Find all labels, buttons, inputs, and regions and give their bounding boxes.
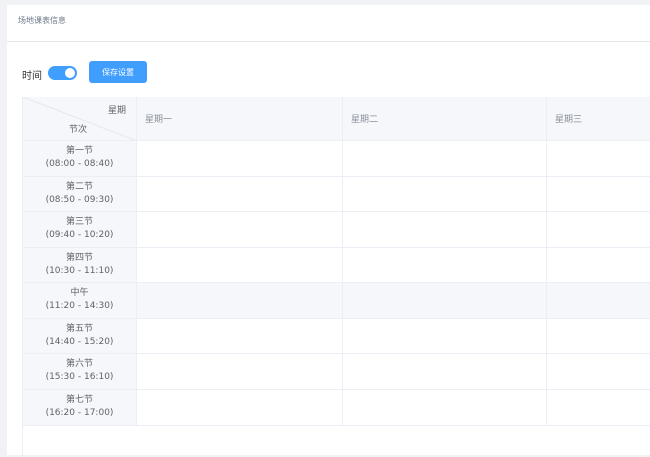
period-cell: 中午 (11:20 - 14:30) [23, 283, 137, 318]
schedule-slot[interactable] [137, 390, 343, 425]
schedule-slot[interactable] [547, 390, 650, 425]
day-header-wednesday: 星期三 [547, 97, 650, 140]
schedule-slot[interactable] [547, 319, 650, 353]
schedule-slot[interactable] [547, 212, 650, 247]
schedule-slot[interactable] [547, 141, 650, 176]
corner-period-label: 节次 [69, 125, 88, 135]
period-time: (15:30 - 16:10) [45, 372, 114, 382]
period-time: (11:20 - 14:30) [45, 301, 114, 311]
time-label: 时间 [22, 71, 42, 82]
period-cell: 第二节 (08:50 - 09:30) [23, 177, 137, 211]
table-row: 第七节 (16:20 - 17:00) [23, 390, 650, 426]
table-row: 第四节 (10:30 - 11:10) [23, 248, 650, 283]
corner-week-label: 星期 [107, 106, 126, 116]
save-settings-button[interactable]: 保存设置 [89, 61, 147, 83]
period-time: (08:00 - 08:40) [45, 159, 114, 169]
schedule-slot[interactable] [137, 248, 343, 282]
table-header-row: 星期 节次 星期一 星期二 星期三 [23, 97, 650, 141]
time-toggle-switch[interactable] [48, 66, 77, 80]
period-time: (09:40 - 10:20) [45, 230, 114, 240]
period-name: 第五节 [65, 324, 93, 334]
schedule-slot[interactable] [137, 212, 343, 247]
period-cell: 第七节 (16:20 - 17:00) [23, 390, 137, 425]
card-header: 场地课表信息 [7, 5, 650, 42]
day-header-monday: 星期一 [137, 97, 343, 140]
schedule-slot[interactable] [343, 212, 547, 247]
schedule-slot[interactable] [343, 141, 547, 176]
schedule-card: 场地课表信息 时间 保存设置 星期 节次 星期一 星期二 星期三 第一节 (08… [7, 5, 650, 457]
table-row: 第五节 (14:40 - 15:20) [23, 319, 650, 354]
period-name: 第四节 [65, 253, 93, 263]
schedule-slot [547, 283, 650, 318]
period-cell: 第六节 (15:30 - 16:10) [23, 354, 137, 389]
table-row: 第三节 (09:40 - 10:20) [23, 212, 650, 248]
schedule-slot[interactable] [547, 248, 650, 282]
schedule-slot [137, 283, 343, 318]
table-row-noon: 中午 (11:20 - 14:30) [23, 283, 650, 319]
schedule-slot[interactable] [343, 354, 547, 389]
table-empty-area [23, 427, 650, 457]
period-time: (10:30 - 11:10) [45, 266, 114, 276]
schedule-slot[interactable] [343, 177, 547, 211]
schedule-slot[interactable] [137, 141, 343, 176]
schedule-slot[interactable] [343, 390, 547, 425]
period-name: 第一节 [65, 146, 93, 156]
table-row: 第一节 (08:00 - 08:40) [23, 141, 650, 177]
card-title: 场地课表信息 [18, 16, 66, 25]
schedule-slot[interactable] [137, 177, 343, 211]
schedule-slot[interactable] [343, 319, 547, 353]
period-time: (16:20 - 17:00) [45, 408, 114, 418]
period-name: 第六节 [65, 359, 93, 369]
period-name: 第七节 [65, 395, 93, 405]
period-cell: 第五节 (14:40 - 15:20) [23, 319, 137, 353]
period-cell: 第一节 (08:00 - 08:40) [23, 141, 137, 176]
period-time: (08:50 - 09:30) [45, 195, 114, 205]
period-cell: 第四节 (10:30 - 11:10) [23, 248, 137, 282]
table-row: 第六节 (15:30 - 16:10) [23, 354, 650, 390]
schedule-table: 星期 节次 星期一 星期二 星期三 第一节 (08:00 - 08:40) 第二… [22, 97, 650, 457]
schedule-slot[interactable] [547, 354, 650, 389]
toggle-knob [65, 68, 75, 78]
period-time: (14:40 - 15:20) [45, 337, 114, 347]
schedule-slot[interactable] [547, 177, 650, 211]
period-name: 第二节 [65, 182, 93, 192]
day-header-tuesday: 星期二 [343, 97, 547, 140]
schedule-slot [343, 283, 547, 318]
schedule-slot[interactable] [137, 319, 343, 353]
table-row: 第二节 (08:50 - 09:30) [23, 177, 650, 212]
schedule-slot[interactable] [343, 248, 547, 282]
period-name: 第三节 [65, 217, 93, 227]
period-name: 中午 [70, 288, 89, 298]
corner-header-cell: 星期 节次 [23, 97, 137, 140]
schedule-slot[interactable] [137, 354, 343, 389]
period-cell: 第三节 (09:40 - 10:20) [23, 212, 137, 247]
